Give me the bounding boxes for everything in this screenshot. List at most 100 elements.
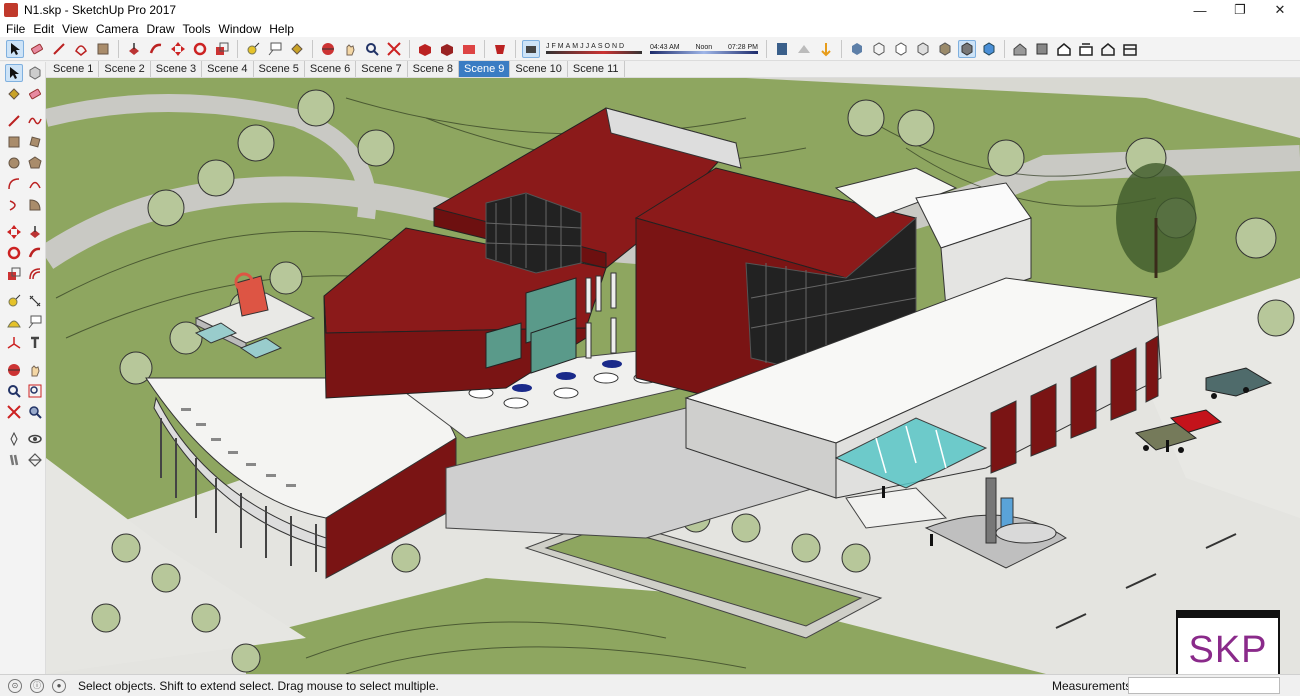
back-view-button[interactable]	[1099, 40, 1117, 58]
right-view-button[interactable]	[1077, 40, 1095, 58]
move-tool-button[interactable]	[5, 223, 22, 241]
wireframe-style-button[interactable]	[870, 40, 888, 58]
credits-icon[interactable]: ⓘ	[30, 678, 44, 693]
tab-scene-10[interactable]: Scene 10	[510, 61, 568, 77]
orbit-tool-button[interactable]	[319, 40, 337, 58]
tab-scene-5[interactable]: Scene 5	[254, 61, 305, 77]
shadow-time-slider[interactable]: 04:43 AM Noon 07:28 PM	[650, 38, 758, 60]
pan-tool-button[interactable]	[341, 40, 359, 58]
follow-me-tool-button[interactable]	[147, 40, 165, 58]
left-view-button[interactable]	[1121, 40, 1139, 58]
pie-tool-button[interactable]	[26, 196, 43, 214]
menu-tools[interactable]: Tools	[179, 22, 215, 36]
zoom-tool-button[interactable]	[5, 382, 22, 400]
axes-tool-button[interactable]	[5, 334, 22, 352]
position-camera-tool-button[interactable]	[5, 430, 22, 448]
three-point-arc-tool-button[interactable]	[5, 196, 22, 214]
look-around-tool-button[interactable]	[26, 430, 43, 448]
tab-scene-11[interactable]: Scene 11	[568, 61, 625, 77]
shaded-style-button[interactable]	[914, 40, 932, 58]
move-tool-button[interactable]	[169, 40, 187, 58]
menu-draw[interactable]: Draw	[143, 22, 179, 36]
polygon-tool-button[interactable]	[26, 154, 43, 172]
measurements-input[interactable]	[1128, 677, 1280, 694]
orbit-tool-button[interactable]	[5, 361, 22, 379]
rotate-tool-button[interactable]	[191, 40, 209, 58]
tab-scene-4[interactable]: Scene 4	[202, 61, 254, 77]
eraser-tool-button[interactable]	[28, 40, 46, 58]
rectangle-tool-button[interactable]	[5, 133, 22, 151]
pencil-line-tool-button[interactable]	[50, 40, 68, 58]
zoom-extents-tool-button[interactable]	[5, 403, 22, 421]
close-button[interactable]: ✕	[1260, 0, 1300, 20]
front-view-button[interactable]	[1055, 40, 1073, 58]
display-section-planes-button[interactable]	[795, 40, 813, 58]
text-tool-button[interactable]	[26, 313, 43, 331]
tape-measure-tool-button[interactable]	[244, 40, 262, 58]
text-tool-button[interactable]	[266, 40, 284, 58]
scale-tool-button[interactable]	[5, 265, 22, 283]
rectangle-tool-button[interactable]	[94, 40, 112, 58]
3d-text-tool-button[interactable]	[26, 334, 43, 352]
previous-view-button[interactable]	[26, 403, 43, 421]
tab-scene-6[interactable]: Scene 6	[305, 61, 357, 77]
minimize-button[interactable]: —	[1180, 0, 1220, 20]
eraser-tool-button[interactable]	[26, 85, 43, 103]
section-plane-tool-button[interactable]	[26, 451, 43, 469]
paint-bucket-tool-button[interactable]	[5, 85, 22, 103]
tab-scene-2[interactable]: Scene 2	[99, 61, 151, 77]
shadows-toggle-button[interactable]	[522, 39, 540, 58]
menu-view[interactable]: View	[58, 22, 92, 36]
line-tool-button[interactable]	[5, 112, 22, 130]
shapes-tool-button[interactable]	[72, 40, 90, 58]
tab-scene-9[interactable]: Scene 9	[459, 61, 511, 77]
arc-tool-button[interactable]	[5, 175, 22, 193]
section-plane-button[interactable]	[773, 40, 791, 58]
tab-scene-1[interactable]: Scene 1	[48, 61, 100, 77]
menu-window[interactable]: Window	[215, 22, 266, 36]
share-model-button[interactable]	[438, 40, 456, 58]
make-component-button[interactable]	[27, 64, 43, 82]
month-slider-track[interactable]	[546, 51, 642, 54]
tab-scene-7[interactable]: Scene 7	[356, 61, 408, 77]
3d-warehouse-button[interactable]	[416, 40, 434, 58]
shadow-date-slider[interactable]: J F M A M J J A S O N D	[546, 38, 642, 60]
menu-file[interactable]: File	[2, 22, 29, 36]
dimension-tool-button[interactable]	[26, 292, 43, 310]
push-pull-tool-button[interactable]	[26, 223, 43, 241]
circle-tool-button[interactable]	[5, 154, 22, 172]
push-pull-tool-button[interactable]	[125, 40, 143, 58]
extension-manager-button[interactable]	[491, 40, 509, 58]
model-viewport[interactable]	[46, 78, 1300, 674]
offset-tool-button[interactable]	[26, 265, 43, 283]
two-point-arc-tool-button[interactable]	[26, 175, 43, 193]
iso-view-button[interactable]	[1011, 40, 1029, 58]
select-tool-button[interactable]	[5, 63, 23, 82]
zoom-window-tool-button[interactable]	[26, 382, 43, 400]
rotate-tool-button[interactable]	[5, 244, 22, 262]
hidden-line-style-button[interactable]	[892, 40, 910, 58]
xray-toggle-button[interactable]	[980, 40, 998, 58]
section-cut-button[interactable]	[817, 40, 835, 58]
freehand-tool-button[interactable]	[26, 112, 43, 130]
top-view-button[interactable]	[1033, 40, 1051, 58]
paint-bucket-tool-button[interactable]	[288, 40, 306, 58]
shaded-textures-style-button[interactable]	[936, 40, 954, 58]
menu-help[interactable]: Help	[265, 22, 298, 36]
zoom-tool-button[interactable]	[363, 40, 381, 58]
menu-camera[interactable]: Camera	[92, 22, 143, 36]
xray-style-button[interactable]	[848, 40, 866, 58]
building-model-render[interactable]	[46, 78, 1300, 674]
protractor-tool-button[interactable]	[5, 313, 22, 331]
monochrome-style-button[interactable]	[958, 39, 976, 58]
maximize-button[interactable]: ❐	[1220, 0, 1260, 20]
tab-scene-8[interactable]: Scene 8	[408, 61, 459, 77]
menu-edit[interactable]: Edit	[29, 22, 58, 36]
user-account-icon[interactable]: ●	[52, 678, 66, 693]
geo-location-icon[interactable]: ⊙	[8, 678, 22, 693]
scale-tool-button[interactable]	[213, 40, 231, 58]
pan-tool-button[interactable]	[26, 361, 43, 379]
tab-scene-3[interactable]: Scene 3	[151, 61, 203, 77]
select-tool-button[interactable]	[6, 39, 24, 58]
tape-measure-tool-button[interactable]	[5, 292, 22, 310]
